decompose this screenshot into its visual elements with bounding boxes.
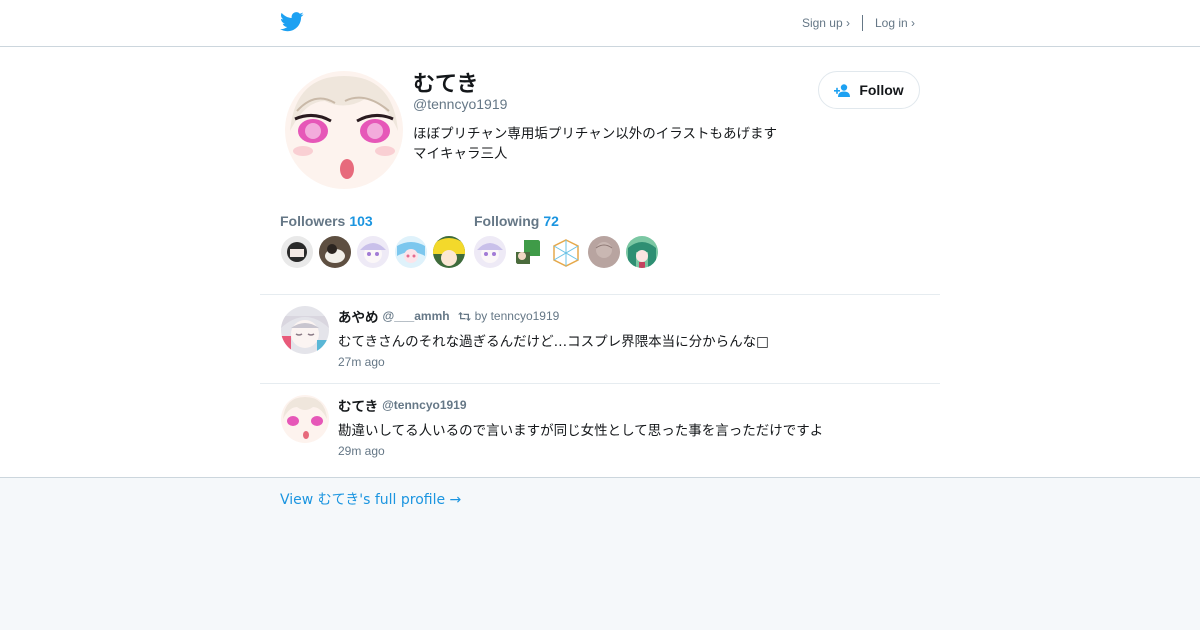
auth-links: Sign up › Log in › <box>802 15 915 31</box>
following-avatar[interactable] <box>550 236 582 268</box>
follower-avatar[interactable] <box>319 236 351 268</box>
tweet-text: 勘違いしてる人いるので言いますが同じ女性として思った事を言っただけですよ <box>338 423 824 439</box>
followers-count: 103 <box>349 213 373 229</box>
follow-button[interactable]: Follow <box>818 71 920 109</box>
tweet-timestamp[interactable]: 27m ago <box>338 355 385 369</box>
tweet-avatar[interactable] <box>281 395 329 443</box>
tweet-timestamp[interactable]: 29m ago <box>338 444 385 458</box>
handle-text: @___ammh <box>382 309 450 323</box>
background-panel-right <box>940 47 1200 477</box>
profile-bio: ほぼプリチャン専用垢プリチャン以外のイラストもあげます マイキャラ三人 <box>413 124 813 164</box>
tweet-author-handle[interactable]: @___ammh <box>383 309 450 323</box>
retweet-indicator: by tenncyo1919 <box>457 309 560 323</box>
tweet-text: むてきさんのそれな過ぎるんだけど…コスプレ界隈本当に分からんな□ <box>338 334 769 350</box>
tweet-meta: あやめ @___ammh by tenncyo1919 <box>338 306 559 326</box>
separator <box>861 15 863 31</box>
tweet-author-name[interactable]: あやめ <box>338 306 379 326</box>
bio-line: マイキャラ三人 <box>413 146 508 162</box>
profile-name: むてき <box>413 72 479 97</box>
divider <box>260 383 940 384</box>
followers-label: Followers <box>280 213 346 229</box>
profile-handle: @tenncyo1919 <box>413 96 508 112</box>
handle-text: @tenncyo1919 <box>382 398 467 412</box>
follower-avatar[interactable] <box>281 236 313 268</box>
tweet-item[interactable]: むてき @tenncyo1919 勘違いしてる人いるので言いますが同じ女性として… <box>281 395 921 465</box>
followers-avatars <box>281 236 471 268</box>
top-bar: Sign up › Log in › <box>0 0 1200 47</box>
divider <box>260 294 940 295</box>
bio-line: ほぼプリチャン専用垢プリチャン以外のイラストもあげます <box>413 126 777 142</box>
following-avatar[interactable] <box>588 236 620 268</box>
follower-avatar[interactable] <box>433 236 465 268</box>
card-bottom-border <box>0 477 1200 478</box>
tweet-avatar[interactable] <box>281 306 329 354</box>
following-stat[interactable]: Following 72 <box>474 213 559 229</box>
following-avatars <box>474 236 664 268</box>
twitter-bird-icon[interactable] <box>280 11 304 33</box>
add-user-icon <box>834 83 851 97</box>
tweet-item[interactable]: あやめ @___ammh by tenncyo1919 むてきさんのそれな過ぎる… <box>281 306 921 376</box>
following-avatar[interactable] <box>512 236 544 268</box>
background-panel-left <box>0 47 260 477</box>
login-link[interactable]: Log in › <box>875 16 915 30</box>
signup-link[interactable]: Sign up › <box>802 16 850 30</box>
following-label: Following <box>474 213 540 229</box>
follower-avatar[interactable] <box>357 236 389 268</box>
following-avatar[interactable] <box>474 236 506 268</box>
followers-stat[interactable]: Followers 103 <box>280 213 373 229</box>
tweet-author-name[interactable]: むてき <box>338 395 378 415</box>
following-avatar[interactable] <box>626 236 658 268</box>
tweet-author-handle[interactable]: @tenncyo1919 <box>382 398 466 412</box>
retweet-by: by tenncyo1919 <box>474 309 560 323</box>
follower-avatar[interactable] <box>395 236 427 268</box>
retweet-icon <box>457 311 471 321</box>
tweet-meta: むてき @tenncyo1919 <box>338 395 467 415</box>
follow-label: Follow <box>859 82 904 98</box>
following-count: 72 <box>543 213 559 229</box>
view-full-profile-link[interactable]: View むてき's full profile → <box>280 489 461 509</box>
profile-avatar[interactable] <box>285 71 403 189</box>
